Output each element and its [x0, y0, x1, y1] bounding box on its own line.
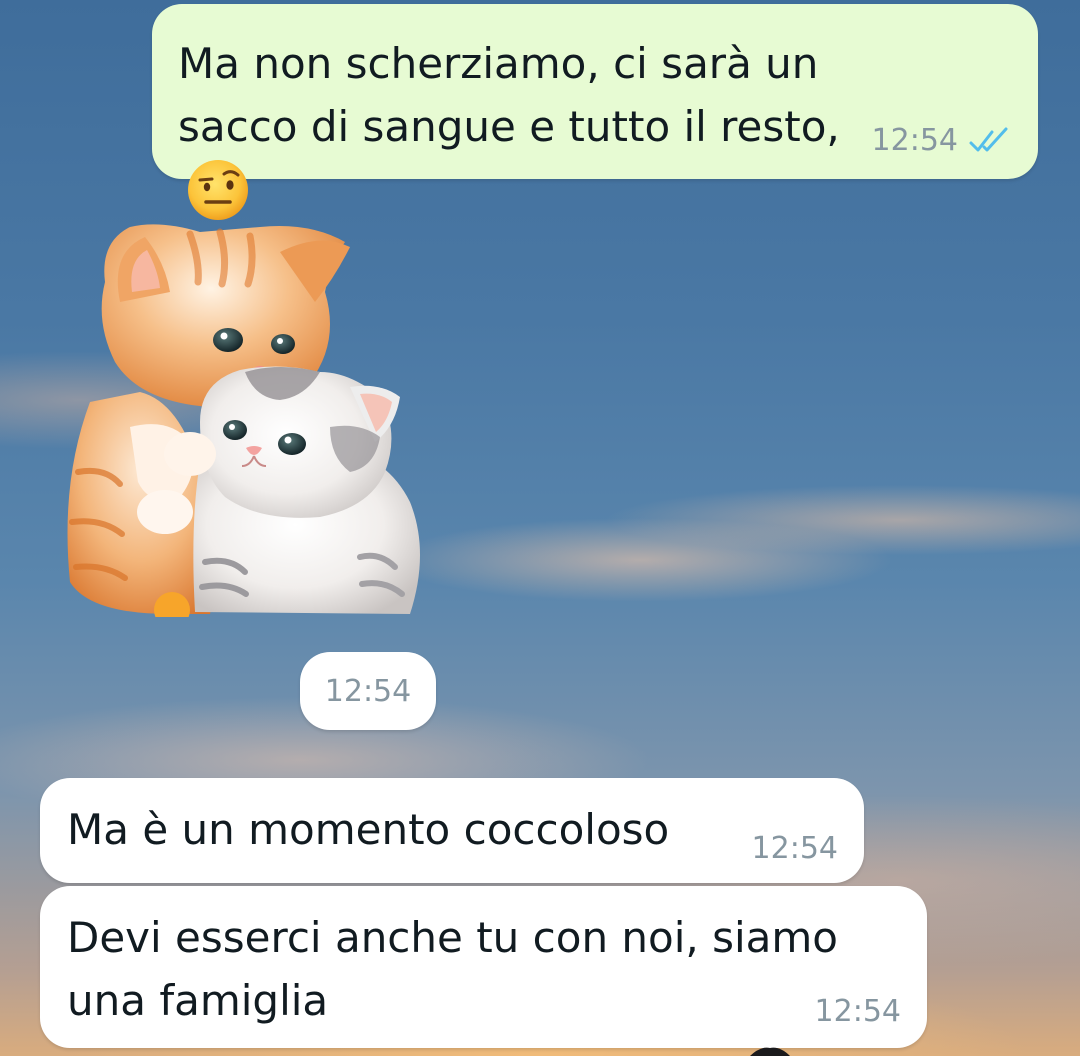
message-time: 12:54 [324, 673, 412, 709]
message-meta: 12:54 [752, 833, 838, 865]
background-silhouette [750, 1047, 790, 1056]
two-kittens-hugging-sticker[interactable] [50, 222, 440, 617]
message-time: 12:54 [751, 831, 838, 866]
message-meta: 12:54 [872, 125, 1012, 157]
incoming-message-bubble[interactable]: Ma è un momento coccoloso 12:54 [40, 778, 864, 883]
message-time: 12:54 [814, 994, 901, 1029]
message-text: Ma è un momento coccoloso [67, 805, 670, 854]
message-time: 12:54 [871, 123, 958, 158]
incoming-message-bubble[interactable]: Devi esserci anche tu con noi, siamo una… [40, 886, 927, 1048]
sticker-time-badge: 12:54 [300, 652, 436, 730]
chat-screen: Ma non scherziamo, ci sarà un sacco di s… [0, 0, 1080, 1056]
message-meta: 12:54 [815, 996, 901, 1028]
message-text: Devi esserci anche tu con noi, siamo una… [67, 913, 838, 1025]
double-check-icon [969, 127, 1008, 152]
message-text: Ma non scherziamo, ci sarà un sacco di s… [178, 39, 840, 151]
outgoing-message-bubble[interactable]: Ma non scherziamo, ci sarà un sacco di s… [152, 4, 1038, 220]
face-with-raised-eyebrow-emoji-icon [188, 160, 248, 220]
